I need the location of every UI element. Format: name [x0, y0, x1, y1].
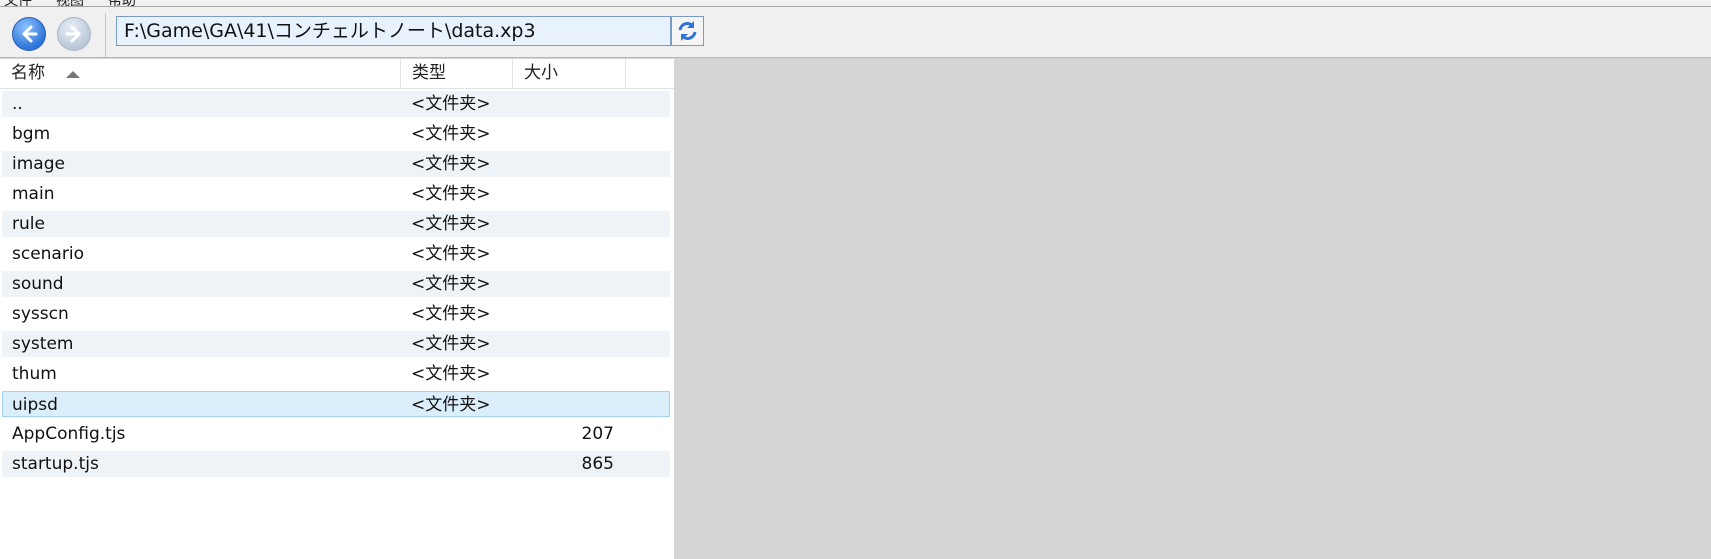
file-name: rule: [12, 214, 45, 234]
list-item[interactable]: startup.tjs 865: [2, 451, 670, 477]
file-size: 207: [581, 424, 614, 444]
list-item[interactable]: image <文件夹>: [2, 151, 670, 177]
list-item[interactable]: thum <文件夹>: [2, 361, 670, 387]
list-item[interactable]: system <文件夹>: [2, 331, 670, 357]
file-type: <文件夹>: [411, 214, 491, 234]
list-item[interactable]: main <文件夹>: [2, 181, 670, 207]
list-item[interactable]: bgm <文件夹>: [2, 121, 670, 147]
file-list-panel[interactable]: 名称 类型 大小 .. <文件夹> bgm <文件夹> image <文件夹> …: [0, 59, 674, 559]
file-name: AppConfig.tjs: [12, 424, 126, 444]
toolbar: F:\Game\GA\41\コンチェルトノート\data.xp3: [0, 7, 1711, 58]
file-type: <文件夹>: [411, 124, 491, 144]
forward-arrow-icon: [65, 25, 81, 43]
file-name: image: [12, 154, 65, 174]
list-item[interactable]: AppConfig.tjs 207: [2, 421, 670, 447]
file-type: <文件夹>: [411, 364, 491, 384]
column-header-name-label: 名称: [11, 63, 45, 83]
list-item[interactable]: sound <文件夹>: [2, 271, 670, 297]
menu-item-help[interactable]: 帮助: [108, 0, 136, 6]
file-name: sysscn: [12, 304, 69, 324]
back-button[interactable]: [12, 17, 46, 51]
file-type: <文件夹>: [411, 184, 491, 204]
forward-button[interactable]: [57, 17, 91, 51]
toolbar-separator: [105, 13, 106, 57]
column-header-type[interactable]: 类型: [401, 59, 513, 88]
file-name: thum: [12, 364, 57, 384]
column-header-type-label: 类型: [412, 63, 446, 83]
menu-bar[interactable]: 文件 视图 帮助: [0, 0, 1711, 7]
list-item[interactable]: scenario <文件夹>: [2, 241, 670, 267]
file-name: system: [12, 334, 74, 354]
list-item[interactable]: rule <文件夹>: [2, 211, 670, 237]
refresh-button[interactable]: [671, 16, 704, 46]
empty-preview-area: [674, 59, 1711, 559]
column-header-name[interactable]: 名称: [0, 59, 401, 88]
list-header: 名称 类型 大小: [0, 59, 674, 89]
menu-item-view[interactable]: 视图: [56, 0, 84, 6]
file-type: <文件夹>: [411, 94, 491, 114]
column-header-size[interactable]: 大小: [513, 59, 626, 88]
list-item-selected[interactable]: uipsd <文件夹>: [2, 391, 670, 417]
file-type: <文件夹>: [411, 395, 491, 415]
file-type: <文件夹>: [411, 334, 491, 354]
sort-ascending-icon: [66, 71, 80, 78]
file-name: scenario: [12, 244, 84, 264]
list-item[interactable]: sysscn <文件夹>: [2, 301, 670, 327]
file-name: sound: [12, 274, 64, 294]
file-name: main: [12, 184, 55, 204]
list-item[interactable]: .. <文件夹>: [2, 91, 670, 117]
column-header-size-label: 大小: [524, 63, 558, 83]
menu-item-file[interactable]: 文件: [4, 0, 32, 6]
file-type: <文件夹>: [411, 244, 491, 264]
file-name: uipsd: [12, 395, 58, 415]
address-bar[interactable]: F:\Game\GA\41\コンチェルトノート\data.xp3: [116, 16, 671, 46]
file-name: ..: [12, 94, 23, 114]
file-type: <文件夹>: [411, 304, 491, 324]
file-name: bgm: [12, 124, 51, 144]
file-size: 865: [581, 454, 614, 474]
file-name: startup.tjs: [12, 454, 99, 474]
file-type: <文件夹>: [411, 154, 491, 174]
refresh-icon: [678, 21, 697, 41]
file-type: <文件夹>: [411, 274, 491, 294]
back-arrow-icon: [22, 25, 38, 43]
